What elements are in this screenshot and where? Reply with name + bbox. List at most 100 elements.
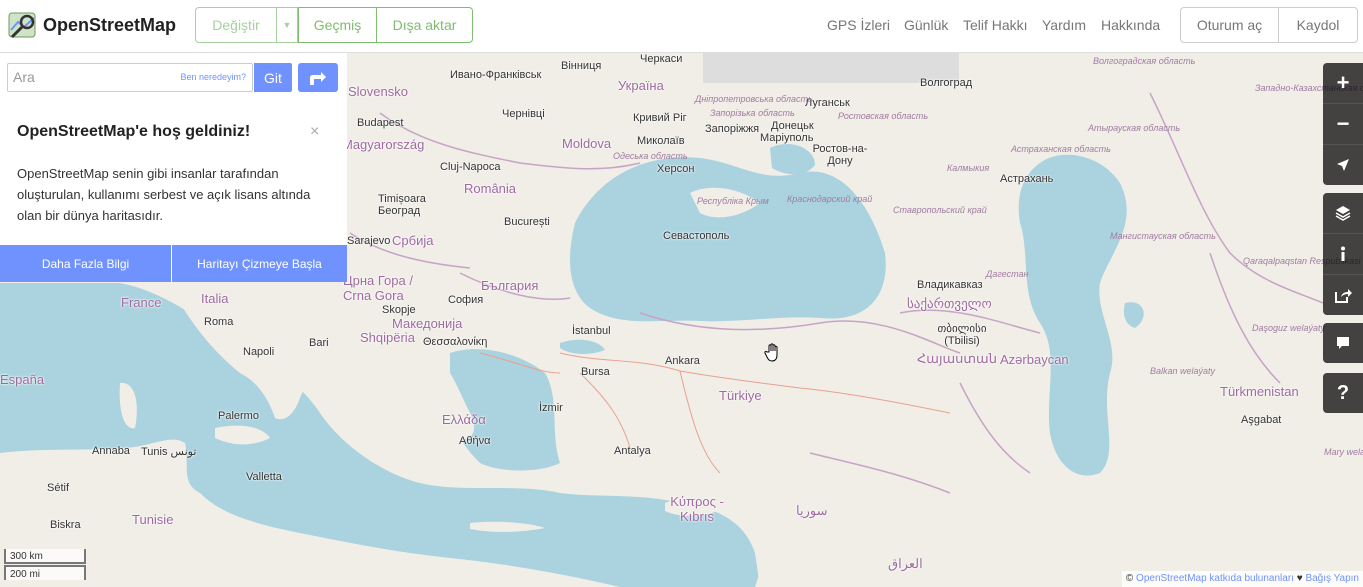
region-label: Калмыкия (947, 163, 990, 173)
city-label: Roma (204, 316, 234, 328)
region-label: Дніпропетровська область (695, 94, 813, 104)
osm-logo-icon (8, 12, 36, 39)
search-input[interactable]: Ara (13, 69, 35, 85)
country-label: Հայաստան (917, 351, 997, 366)
country-label: Shqipëria (360, 330, 415, 345)
city-label: Θεσσαλονίκη (423, 336, 488, 348)
region-label: Balkan welaýaty (1150, 366, 1216, 376)
query-features-button[interactable]: ? (1323, 373, 1363, 413)
city-label: Београд (378, 205, 421, 217)
login-button[interactable]: Oturum aç (1180, 7, 1279, 43)
region-label: Ростовская область (838, 111, 929, 121)
start-mapping-button[interactable]: Haritayı Çizmeye Başla (172, 245, 347, 282)
logo-text: OpenStreetMap (43, 14, 177, 35)
search-box[interactable]: Ara Ben neredeyim? (7, 63, 253, 92)
map-key-button[interactable] (1323, 233, 1363, 274)
city-label: Херсон (657, 163, 695, 175)
country-label: România (464, 181, 517, 196)
city-label: Annaba (92, 445, 130, 457)
city-label: İzmir (539, 402, 563, 414)
search-go-button[interactable]: Git (254, 63, 292, 92)
zoom-controls: + − (1323, 63, 1363, 185)
city-label: Valletta (246, 471, 282, 483)
export-button[interactable]: Dışa aktar (377, 7, 473, 43)
logo[interactable]: OpenStreetMap (8, 10, 176, 40)
search-form: Ara Ben neredeyim? Git (7, 63, 338, 92)
region-label: Астраханская область (1011, 144, 1111, 154)
locate-button[interactable] (1323, 144, 1363, 185)
region-label: Одеська область (613, 151, 688, 161)
layers-icon (1335, 206, 1351, 221)
city-label: Bari (309, 337, 329, 349)
city-label: София (448, 294, 484, 306)
region-label: Республіка Крым (697, 196, 769, 206)
region-label: Дагестан (986, 269, 1029, 279)
heart-icon: ♥ (1296, 573, 1303, 584)
plus-icon: + (1336, 70, 1350, 95)
city-label: Черкаси (640, 53, 683, 65)
notes-control (1323, 323, 1363, 363)
nav-copyright[interactable]: Telif Hakkı (963, 17, 1028, 33)
share-button[interactable] (1323, 274, 1363, 315)
directions-button[interactable] (298, 63, 338, 92)
nav-diary[interactable]: Günlük (904, 17, 948, 33)
country-label: Türkiye (719, 388, 762, 403)
country-label: Κύπρος - Kıbrıs (670, 494, 724, 524)
city-label: București (504, 216, 550, 228)
city-label: თბილისი (Tbilisi) (937, 323, 987, 347)
signup-button[interactable]: Kaydol (1279, 7, 1358, 43)
osm-contributors-link[interactable]: OpenStreetMap katkıda bulunanları (1136, 573, 1294, 584)
learn-more-button[interactable]: Daha Fazla Bilgi (0, 245, 171, 282)
city-label: Вінниця (561, 60, 602, 72)
city-label: Чернівці (502, 108, 545, 120)
region-label: Мангистауская область (1110, 231, 1216, 241)
scale-mi: 200 mi (4, 565, 86, 580)
country-label: Србија (392, 233, 434, 248)
city-label: Skopje (382, 304, 416, 316)
nav-help[interactable]: Yardım (1042, 17, 1086, 33)
city-label: Миколаїв (637, 135, 685, 147)
hand-cursor-icon (764, 343, 778, 362)
history-button[interactable]: Geçmiş (298, 7, 377, 43)
query-control: ? (1323, 373, 1363, 413)
city-label: Budapest (357, 117, 404, 129)
country-label: Azərbaycan (1000, 352, 1069, 367)
country-label: سوريا (796, 503, 828, 518)
city-label: Астрахань (1000, 173, 1054, 185)
zoom-in-button[interactable]: + (1323, 63, 1363, 103)
donate-link[interactable]: Bağış Yapın (1305, 573, 1359, 584)
copyright-symbol: © (1125, 573, 1134, 584)
country-label: Македонија (392, 316, 463, 331)
nav-about[interactable]: Hakkında (1101, 17, 1160, 33)
edit-button[interactable]: Değiştir (195, 7, 277, 43)
country-label: Italia (201, 291, 229, 306)
city-label: Sarajevo (347, 235, 391, 247)
location-arrow-icon (1337, 159, 1349, 171)
minus-icon: − (1336, 111, 1350, 136)
country-label: Slovensko (348, 84, 408, 99)
city-label: Αθήνα (459, 435, 491, 447)
country-label: Tunisie (132, 512, 174, 527)
nav-gps-traces[interactable]: GPS İzleri (827, 17, 890, 33)
country-label: Moldova (562, 136, 612, 151)
layers-button[interactable] (1323, 193, 1363, 233)
region-label: Mary wela (1324, 447, 1363, 457)
country-label: България (481, 278, 539, 293)
chevron-down-icon: ▼ (282, 20, 292, 30)
country-label: საქართველო (907, 296, 992, 311)
country-label: España (0, 372, 45, 387)
where-am-i-link[interactable]: Ben neredeyim? (180, 72, 246, 82)
directions-icon (310, 71, 326, 85)
city-label: Ивано-Франківськ (450, 69, 542, 81)
zoom-out-button[interactable]: − (1323, 103, 1363, 144)
city-label: Ankara (665, 355, 700, 367)
city-label: Bursa (581, 366, 610, 378)
city-label: Маріуполь (760, 132, 814, 144)
add-note-button[interactable] (1323, 323, 1363, 363)
edit-dropdown-button[interactable]: ▼ (277, 7, 298, 43)
question-icon: ? (1336, 381, 1350, 404)
city-label: Sétif (47, 482, 70, 494)
country-label: العراق (888, 556, 923, 571)
header: OpenStreetMap Değiştir ▼ Geçmiş Dışa akt… (0, 0, 1363, 53)
close-icon[interactable]: × (310, 123, 319, 141)
